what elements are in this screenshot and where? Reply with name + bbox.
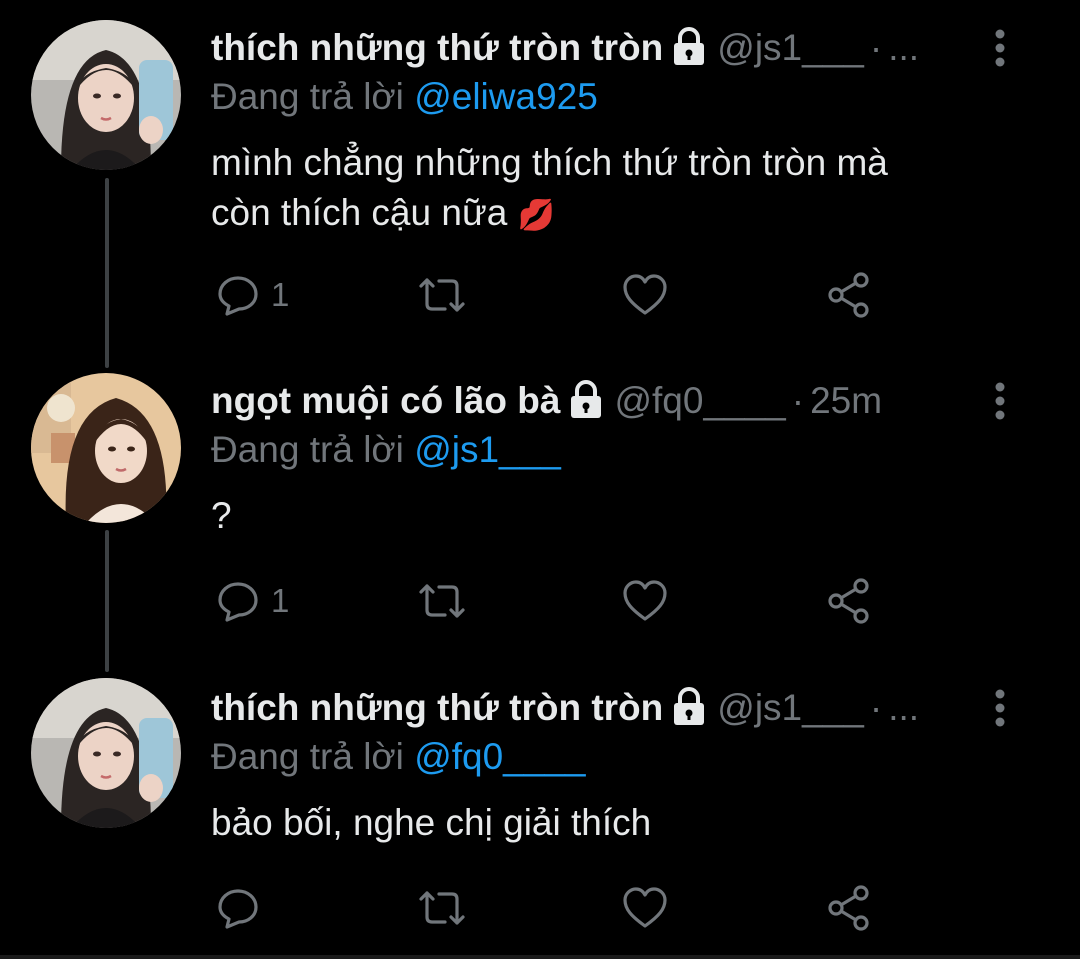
- separator-dot: ·: [791, 380, 805, 421]
- more-vertical-icon[interactable]: [990, 688, 1010, 728]
- more-vertical-icon[interactable]: [990, 381, 1010, 421]
- like-button[interactable]: [621, 270, 669, 320]
- tweet-header: thích những thứ tròn tròn @js1___ · ...: [211, 20, 919, 76]
- tweet-header: ngọt muội có lão bà @fq0____ · 25m: [211, 373, 882, 429]
- handle[interactable]: @fq0____: [614, 380, 785, 422]
- tweet-text-line: mình chẳng những thích thứ tròn tròn mà: [211, 142, 888, 183]
- replying-to: Đang trả lời @js1___: [211, 429, 561, 471]
- like-button[interactable]: [621, 883, 669, 933]
- replying-to: Đang trả lời @eliwa925: [211, 76, 598, 118]
- tweet-actions: 1: [211, 270, 911, 320]
- tweet-text-line: còn thích cậu nữa 💋: [211, 188, 1011, 241]
- mention-link[interactable]: @eliwa925: [414, 76, 598, 117]
- mention-link[interactable]: @js1___: [414, 429, 561, 470]
- reply-icon: [218, 889, 258, 929]
- reply-icon: [218, 582, 258, 622]
- tweet-text: mình chẳng những thích thứ tròn tròn mà …: [211, 138, 1011, 241]
- lock-icon: [671, 26, 707, 66]
- heart-icon: [623, 887, 667, 928]
- share-button[interactable]: [825, 576, 873, 626]
- heart-icon: [623, 580, 667, 621]
- share-icon: [828, 578, 869, 624]
- more-vertical-icon[interactable]: [990, 28, 1010, 68]
- retweet-button[interactable]: [415, 883, 469, 933]
- reply-button[interactable]: 1: [215, 270, 289, 320]
- lock-icon: [568, 379, 604, 419]
- mention-link[interactable]: @fq0____: [414, 736, 585, 777]
- reply-icon: [218, 276, 258, 316]
- tweet-text: bảo bối, nghe chị giải thích: [211, 798, 1011, 848]
- tweet-text: ?: [211, 491, 1011, 541]
- retweet-icon: [419, 891, 465, 925]
- avatar[interactable]: [31, 678, 181, 828]
- avatar[interactable]: [31, 373, 181, 523]
- tweet-text-line: bảo bối, nghe chị giải thích: [211, 802, 652, 843]
- display-name[interactable]: thích những thứ tròn tròn: [211, 27, 663, 69]
- like-button[interactable]: [621, 576, 669, 626]
- tweet-text-line2: còn thích cậu nữa: [211, 192, 508, 233]
- replying-to: Đang trả lời @fq0____: [211, 736, 586, 778]
- tweet[interactable]: ngọt muội có lão bà @fq0____ · 25m Đang …: [0, 373, 1080, 653]
- avatar-photo: [31, 678, 181, 828]
- separator-dot: ·: [869, 687, 883, 728]
- handle[interactable]: @js1___: [717, 27, 864, 69]
- replying-to-label: Đang trả lời: [211, 429, 404, 470]
- lock-icon: [671, 686, 707, 726]
- timestamp[interactable]: 25m: [810, 380, 882, 422]
- share-icon: [828, 885, 869, 931]
- tweet[interactable]: thích những thứ tròn tròn @js1___ · ... …: [0, 20, 1080, 340]
- retweet-button[interactable]: [415, 270, 469, 320]
- avatar-photo: [31, 373, 181, 523]
- tweet-text-line: ?: [211, 495, 232, 536]
- handle[interactable]: @js1___: [717, 687, 864, 729]
- tweet-actions: [211, 883, 911, 933]
- heart-icon: [623, 274, 667, 315]
- separator-dot: ·: [869, 27, 883, 68]
- bottom-divider: [0, 955, 1080, 959]
- timestamp[interactable]: ...: [888, 687, 919, 729]
- tweet[interactable]: thích những thứ tròn tròn @js1___ · ... …: [0, 678, 1080, 950]
- avatar-photo: [31, 20, 181, 170]
- retweet-button[interactable]: [415, 576, 469, 626]
- share-button[interactable]: [825, 270, 873, 320]
- share-button[interactable]: [825, 883, 873, 933]
- reply-button[interactable]: 1: [215, 576, 289, 626]
- tweet-actions: 1: [211, 576, 911, 626]
- retweet-icon: [419, 584, 465, 618]
- retweet-icon: [419, 278, 465, 312]
- kiss-emoji: 💋: [517, 199, 555, 232]
- avatar[interactable]: [31, 20, 181, 170]
- timestamp[interactable]: ...: [888, 27, 919, 69]
- reply-button[interactable]: [215, 883, 271, 933]
- reply-count: 1: [271, 582, 290, 619]
- replying-to-label: Đang trả lời: [211, 76, 404, 117]
- display-name[interactable]: ngọt muội có lão bà: [211, 380, 560, 422]
- tweet-header: thích những thứ tròn tròn @js1___ · ...: [211, 680, 919, 736]
- share-icon: [828, 272, 869, 318]
- replying-to-label: Đang trả lời: [211, 736, 404, 777]
- display-name[interactable]: thích những thứ tròn tròn: [211, 687, 663, 729]
- reply-count: 1: [271, 276, 290, 313]
